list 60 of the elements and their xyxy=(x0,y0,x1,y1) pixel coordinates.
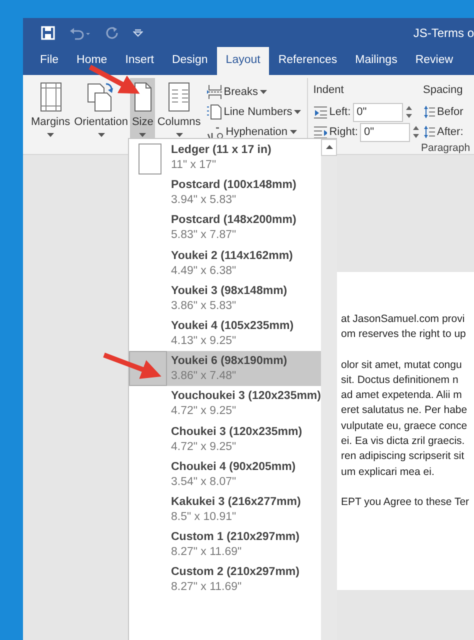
section-label: Indent xyxy=(313,83,345,98)
page-icon xyxy=(132,82,153,112)
field-label: Befor xyxy=(436,104,464,120)
field-label: Left: xyxy=(329,104,351,120)
document-text: eret salutatus ne. Per habe xyxy=(341,403,468,418)
document-text: olor sit amet, mutat congu xyxy=(341,358,462,373)
window-title: JS-Terms o xyxy=(413,24,474,42)
customize-icon[interactable] xyxy=(133,28,143,38)
spacing-after-icon xyxy=(422,125,435,139)
document-text: vulputate eu, graece conce xyxy=(341,418,468,434)
document-text: um explicari mea ei. xyxy=(341,464,434,480)
caret-icon xyxy=(290,130,297,134)
ribbon-tab[interactable]: Mailings xyxy=(346,46,406,75)
section-label: Spacing xyxy=(422,83,464,98)
caret-icon xyxy=(47,132,54,138)
indent-left-icon xyxy=(313,105,328,119)
ribbon-tab[interactable]: References xyxy=(269,46,346,75)
ribbon-tab[interactable]: Review xyxy=(406,46,462,75)
undo-icon[interactable] xyxy=(69,26,91,40)
caret-icon xyxy=(260,90,267,94)
ribbon-tab[interactable]: Home xyxy=(68,46,116,75)
field-label: Right: xyxy=(329,124,358,140)
line-numbers-icon xyxy=(206,104,222,120)
margins-button[interactable]: Margins xyxy=(29,78,72,138)
document-text: ei. Ea vis dicta zril graecis. xyxy=(341,434,465,450)
indent-field[interactable]: 0" xyxy=(360,122,410,142)
document-text: at JasonSamuel.com provi xyxy=(341,312,465,327)
indent-right-icon xyxy=(313,125,328,139)
group-label: Paragraph xyxy=(421,141,470,156)
size-button[interactable]: Size xyxy=(130,78,156,138)
breaks-button[interactable]: Breaks xyxy=(204,82,302,102)
document-text: om reserves the right to up xyxy=(341,327,466,342)
caret-icon xyxy=(294,110,302,114)
spacing-before-icon xyxy=(422,105,435,119)
menu-item[interactable]: Youkei 6 (98x190mm) 3.86" x 7.48" xyxy=(129,351,321,386)
ribbon-tab[interactable]: File xyxy=(31,46,68,75)
columns-icon xyxy=(167,82,192,112)
caret-up-icon xyxy=(326,145,332,150)
ribbon-tab[interactable]: Design xyxy=(162,46,217,75)
ribbon-tab[interactable]: Insert xyxy=(116,46,163,75)
document-text: ad amet expetenda. Alii m xyxy=(341,388,462,404)
save-icon[interactable] xyxy=(41,26,55,40)
pointer-arrow xyxy=(103,352,162,379)
orientation-button[interactable]: Orientation xyxy=(72,78,130,138)
columns-button[interactable]: Columns xyxy=(155,78,203,138)
indent-field[interactable]: 0" xyxy=(352,102,403,122)
hyphenation-button[interactable]: Hyphenation xyxy=(204,122,302,142)
field-label: After: xyxy=(436,124,464,140)
margins-icon xyxy=(40,82,62,112)
document-text: EPT you Agree to these Ter xyxy=(341,494,470,510)
breaks-icon xyxy=(206,84,222,100)
line-numbers-button[interactable]: Line Numbers xyxy=(204,102,302,122)
scroll-up-button[interactable] xyxy=(321,139,337,156)
scrollbar[interactable] xyxy=(321,139,337,640)
ribbon-tab[interactable]: Layout xyxy=(216,46,270,75)
document-text: ren adipiscing scripserit sit xyxy=(341,449,464,464)
caret-icon xyxy=(98,132,105,138)
pointer-arrow xyxy=(88,64,140,94)
document-text: sit. Doctus definitionem n xyxy=(341,372,458,388)
redo-icon[interactable] xyxy=(105,26,119,40)
